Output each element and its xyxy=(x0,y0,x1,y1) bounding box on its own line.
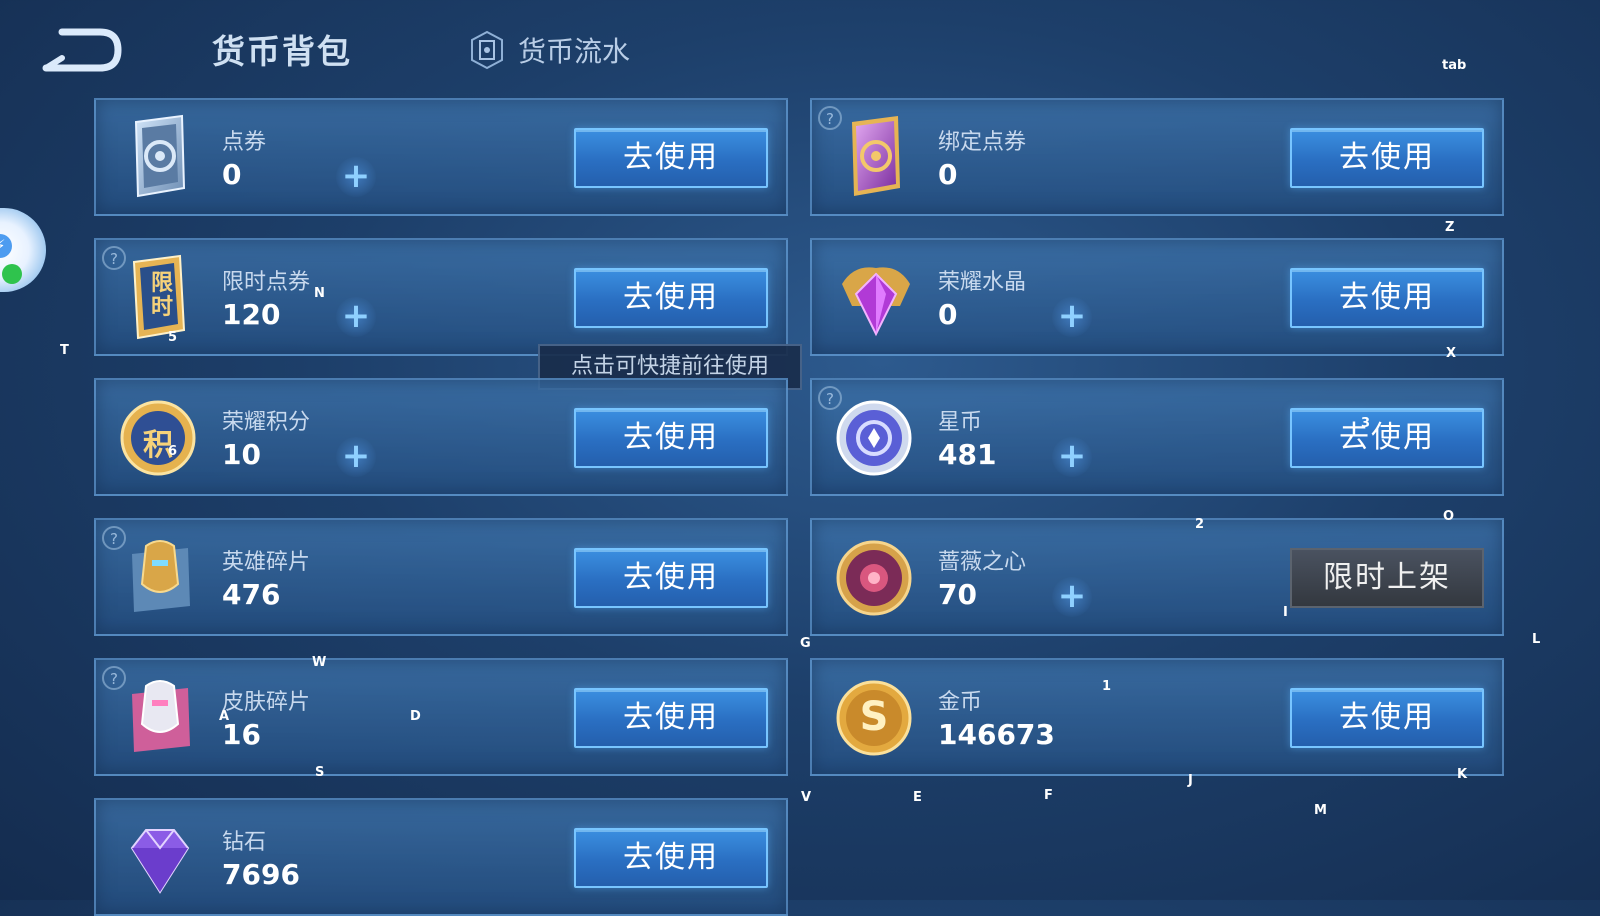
key-hint: N xyxy=(314,286,325,301)
key-hint: E xyxy=(913,790,922,805)
currency-card-coupon: 点券 0 + 去使用 xyxy=(94,98,788,216)
currency-value: 0 xyxy=(938,298,958,331)
currency-card-hero-fragment: ? 英雄碎片 476 去使用 xyxy=(94,518,788,636)
currency-card-glory-points: 积 荣耀积分 10 + 去使用 xyxy=(94,378,788,496)
key-hint: M xyxy=(1314,803,1327,818)
currency-name: 绑定点券 xyxy=(938,130,1027,155)
currency-card-glory-crystal: 荣耀水晶 0 + 去使用 xyxy=(810,238,1504,356)
tab-currency-wallet[interactable]: 货币背包 xyxy=(212,25,352,73)
key-hint: L xyxy=(1532,632,1541,647)
back-button[interactable] xyxy=(40,28,122,72)
key-hint: O xyxy=(1443,509,1455,524)
key-hint: 1 xyxy=(1102,679,1112,694)
use-glory-crystal-button[interactable]: 去使用 xyxy=(1290,268,1484,328)
glory-points-icon: 积 xyxy=(118,394,202,482)
key-hint: W xyxy=(312,655,327,670)
coupon-card-icon xyxy=(118,114,202,202)
currency-value: 146673 xyxy=(938,718,1055,751)
key-hint: 2 xyxy=(1195,517,1205,532)
lightning-icon: ⚡ xyxy=(0,234,12,258)
glory-crystal-icon xyxy=(834,254,918,342)
currency-value: 481 xyxy=(938,438,997,471)
currency-name: 皮肤碎片 xyxy=(222,690,311,715)
currency-card-star-coin: ? 星币 481 + 去使用 xyxy=(810,378,1504,496)
add-glory-points-button[interactable]: + xyxy=(336,437,376,477)
gold-coin-icon: S xyxy=(834,674,918,762)
add-glory-crystal-button[interactable]: + xyxy=(1052,297,1092,337)
use-diamond-button[interactable]: 去使用 xyxy=(574,828,768,888)
currency-name: 蔷薇之心 xyxy=(938,550,1027,575)
add-limited-coupon-button[interactable]: + xyxy=(336,297,376,337)
key-hint: 3 xyxy=(1361,416,1371,431)
currency-value: 10 xyxy=(222,438,261,471)
key-hint-tab: tab xyxy=(1442,58,1467,73)
key-hint: G xyxy=(800,636,811,651)
tab-currency-flow[interactable]: 货币流水 xyxy=(470,30,630,70)
currency-name: 星币 xyxy=(938,410,983,435)
currency-name: 钻石 xyxy=(222,830,267,855)
key-hint: 6 xyxy=(168,444,178,459)
floating-assistant-ball[interactable]: ⚡ xyxy=(0,208,46,292)
currency-card-rose-heart: 蔷薇之心 70 + 限时上架 xyxy=(810,518,1504,636)
currency-value: 476 xyxy=(222,578,281,611)
currency-name: 限时点券 xyxy=(222,270,311,295)
currency-name: 荣耀积分 xyxy=(222,410,311,435)
currency-card-gold-coin: S 金币 146673 去使用 xyxy=(810,658,1504,776)
key-hint: S xyxy=(315,765,325,780)
currency-card-bound-coupon: ? 绑定点券 0 去使用 xyxy=(810,98,1504,216)
use-glory-points-button[interactable]: 去使用 xyxy=(574,408,768,468)
limited-coupon-icon-text: 限时 xyxy=(150,271,173,320)
currency-value: 0 xyxy=(938,158,958,191)
add-rose-heart-button[interactable]: + xyxy=(1052,577,1092,617)
currency-value: 120 xyxy=(222,298,281,331)
rose-heart-icon xyxy=(834,534,918,622)
hero-fragment-icon xyxy=(118,534,202,622)
use-gold-coin-button[interactable]: 去使用 xyxy=(1290,688,1484,748)
gold-coin-icon-text: S xyxy=(859,694,889,740)
currency-value: 0 xyxy=(222,158,242,191)
wifi-icon xyxy=(2,264,22,284)
currency-value: 7696 xyxy=(222,858,300,891)
currency-card-skin-fragment: ? 皮肤碎片 16 去使用 xyxy=(94,658,788,776)
use-limited-coupon-button[interactable]: 去使用 xyxy=(574,268,768,328)
limited-listing-button[interactable]: 限时上架 xyxy=(1290,548,1484,608)
use-skin-fragment-button[interactable]: 去使用 xyxy=(574,688,768,748)
currency-name: 点券 xyxy=(222,130,267,155)
use-bound-coupon-button[interactable]: 去使用 xyxy=(1290,128,1484,188)
key-hint: 5 xyxy=(168,330,178,345)
skin-fragment-icon xyxy=(118,674,202,762)
key-hint: D xyxy=(410,709,421,724)
key-hint: J xyxy=(1188,773,1193,788)
key-hint: Z xyxy=(1445,220,1455,235)
currency-value: 70 xyxy=(938,578,977,611)
currency-name: 金币 xyxy=(938,690,983,715)
key-hint: V xyxy=(801,790,812,805)
add-coupon-button[interactable]: + xyxy=(336,157,376,197)
currency-card-diamond: 钻石 7696 去使用 xyxy=(94,798,788,916)
key-hint: X xyxy=(1446,346,1457,361)
currency-name: 英雄碎片 xyxy=(222,550,311,575)
use-coupon-button[interactable]: 去使用 xyxy=(574,128,768,188)
add-star-coin-button[interactable]: + xyxy=(1052,437,1092,477)
key-hint: K xyxy=(1457,767,1468,782)
key-hint: A xyxy=(219,709,230,724)
key-hint: I xyxy=(1283,605,1288,620)
star-coin-icon xyxy=(834,394,918,482)
use-hero-fragment-button[interactable]: 去使用 xyxy=(574,548,768,608)
tab-flow-label: 货币流水 xyxy=(518,35,631,68)
limited-coupon-icon: 限时 xyxy=(118,254,202,342)
currency-name: 荣耀水晶 xyxy=(938,270,1027,295)
flow-card-icon xyxy=(471,30,503,70)
currency-card-limited-coupon: ? 限时 限时点券 120 + 去使用 xyxy=(94,238,788,356)
bound-coupon-card-icon xyxy=(834,114,918,202)
key-hint: F xyxy=(1044,788,1053,803)
diamond-icon xyxy=(118,814,202,902)
key-hint: T xyxy=(60,343,69,358)
use-star-coin-button[interactable]: 去使用 xyxy=(1290,408,1484,468)
back-arrow-icon xyxy=(42,28,122,72)
